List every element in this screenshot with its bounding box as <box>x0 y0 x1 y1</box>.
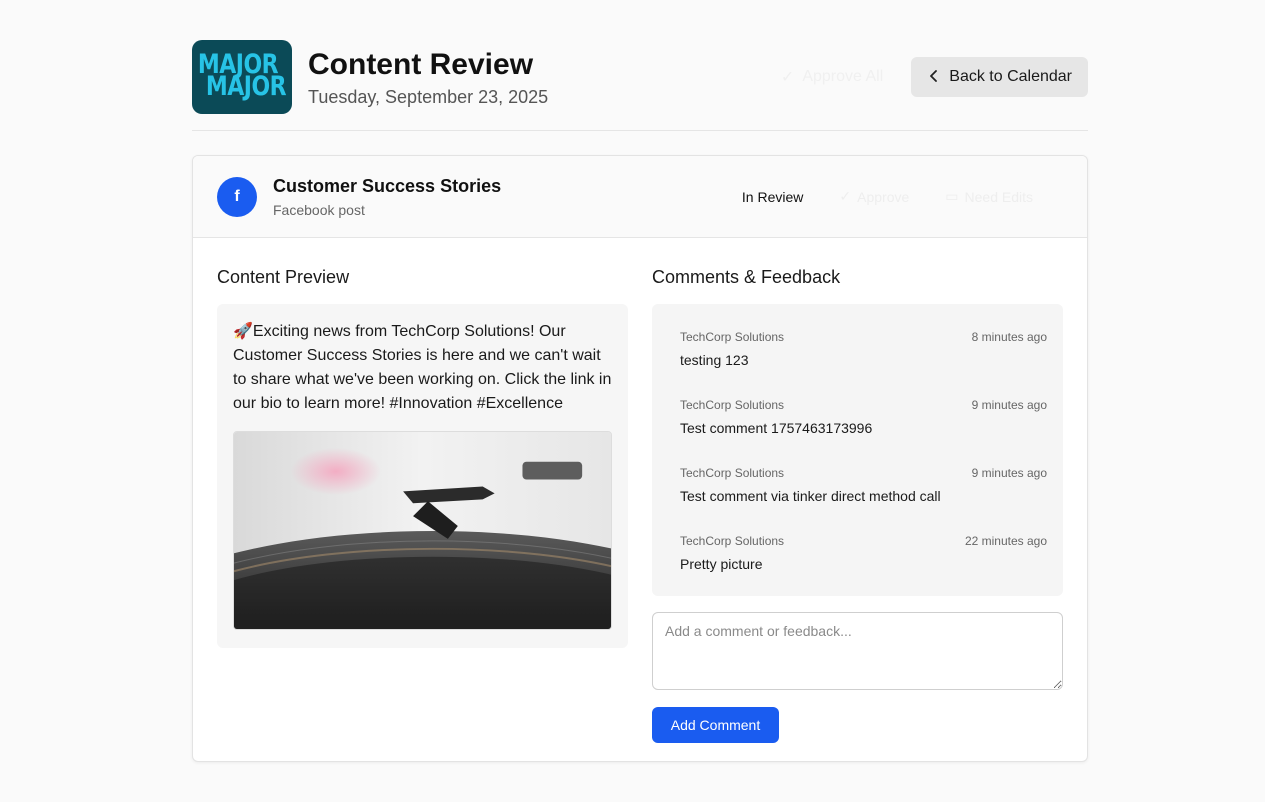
comment-text: testing 123 <box>680 352 749 368</box>
approve-label: Approve <box>857 188 910 205</box>
comment-author: TechCorp Solutions <box>680 330 785 344</box>
comments-section: Comments & Feedback TechCorp Solutions 8… <box>652 238 1063 743</box>
back-to-calendar-label: Back to Calendar <box>949 68 1072 85</box>
content-preview-section: Content Preview 🚀Exciting news from Tech… <box>217 238 628 743</box>
title-block: Content Review Tuesday, September 23, 20… <box>308 47 548 108</box>
list-item: TechCorp Solutions 22 minutes ago Pretty… <box>680 526 1047 594</box>
post-review-card: f Customer Success Stories Facebook post… <box>192 155 1088 762</box>
content-preview-heading: Content Preview <box>217 267 350 287</box>
post-info: Customer Success Stories Facebook post <box>273 176 501 218</box>
comment-text: Pretty picture <box>680 556 763 572</box>
post-body: Content Preview 🚀Exciting news from Tech… <box>193 238 1087 743</box>
approve-button[interactable]: ✓ Approve <box>839 188 909 205</box>
comment-author: TechCorp Solutions <box>680 466 785 480</box>
comment-input[interactable] <box>652 612 1063 690</box>
page-header: MAJOR MAJOR Content Review Tuesday, Sept… <box>192 40 1088 114</box>
content-preview-box: 🚀Exciting news from TechCorp Solutions! … <box>217 304 628 648</box>
post-text: 🚀Exciting news from TechCorp Solutions! … <box>233 323 612 412</box>
approve-all-button[interactable]: ✓ Approve All <box>771 57 893 97</box>
comments-heading: Comments & Feedback <box>652 267 841 287</box>
comment-meta: TechCorp Solutions 9 minutes ago <box>680 390 1047 412</box>
content-review-page: MAJOR MAJOR Content Review Tuesday, Sept… <box>0 0 1265 802</box>
post-type: Facebook post <box>273 201 365 218</box>
edit-icon: ▭ <box>945 188 959 204</box>
need-edits-button[interactable]: ▭ Need Edits <box>945 188 1033 205</box>
check-icon: ✓ <box>839 188 852 204</box>
check-icon: ✓ <box>780 69 795 86</box>
header-divider <box>192 130 1088 131</box>
status-badge: In Review <box>741 188 804 205</box>
post-title: Customer Success Stories <box>273 175 502 196</box>
list-item: TechCorp Solutions 9 minutes ago Test co… <box>680 458 1047 526</box>
facebook-icon: f <box>217 176 257 217</box>
page-date: Tuesday, September 23, 2025 <box>308 86 549 107</box>
comment-author: TechCorp Solutions <box>680 398 785 412</box>
post-header: f Customer Success Stories Facebook post… <box>193 156 1087 238</box>
list-item: TechCorp Solutions 8 minutes ago testing… <box>680 322 1047 390</box>
comment-meta: TechCorp Solutions 22 minutes ago <box>680 526 1047 548</box>
back-to-calendar-button[interactable]: Back to Calendar <box>911 57 1088 97</box>
comment-author: TechCorp Solutions <box>680 534 785 548</box>
comments-list: TechCorp Solutions 8 minutes ago testing… <box>652 304 1063 596</box>
brand-logo: MAJOR MAJOR <box>192 40 292 114</box>
comment-time: 8 minutes ago <box>971 330 1047 344</box>
comment-text: Test comment 1757463173996 <box>680 420 873 436</box>
page-title: Content Review <box>308 47 534 81</box>
logo-text-bottom: MAJOR <box>205 72 287 103</box>
need-edits-label: Need Edits <box>964 188 1033 205</box>
comment-time: 9 minutes ago <box>971 398 1047 412</box>
comment-meta: TechCorp Solutions 8 minutes ago <box>680 322 1047 344</box>
post-image <box>233 431 612 630</box>
header-actions: ✓ Approve All Back to Calendar <box>771 57 1088 97</box>
comment-text: Test comment via tinker direct method ca… <box>680 488 941 504</box>
chevron-left-icon <box>929 69 939 85</box>
post-actions: In Review ✓ Approve ▭ Need Edits <box>742 188 1033 205</box>
list-item: TechCorp Solutions 9 minutes ago Test co… <box>680 390 1047 458</box>
approve-all-label: Approve All <box>802 68 884 85</box>
add-comment-button[interactable]: Add Comment <box>652 707 779 743</box>
comment-meta: TechCorp Solutions 9 minutes ago <box>680 458 1047 480</box>
comment-time: 9 minutes ago <box>971 466 1047 480</box>
comment-time: 22 minutes ago <box>964 534 1047 548</box>
